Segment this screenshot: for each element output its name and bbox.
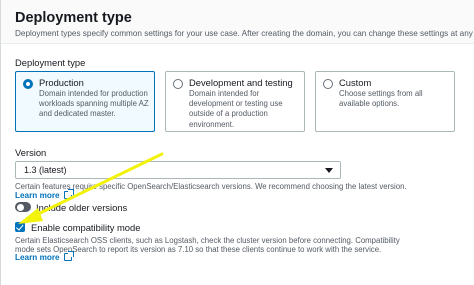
deployment-type-panel: Deployment type Deployment types specify… (0, 0, 474, 285)
annotation-arrow (18, 152, 164, 224)
